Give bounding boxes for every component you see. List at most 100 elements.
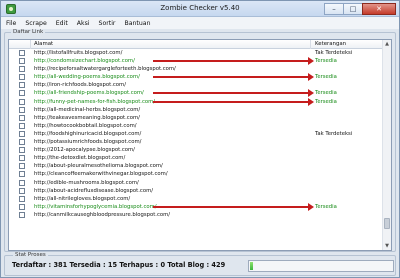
- table-row[interactable]: http://iron-richfoods.blogspot.com/: [9, 81, 384, 89]
- progress-fill: [250, 262, 253, 270]
- table-row[interactable]: http://all-friendship-poems.blogspot.com…: [9, 89, 384, 98]
- link-list-group: Daftar Link Alamat Keterangan http://lis…: [4, 29, 396, 252]
- table-row[interactable]: http://condomsizechart.blogspot.com/Ters…: [9, 57, 384, 66]
- stat-proses-group: Stat Proses Terdaftar : 381 Tersedia : 1…: [4, 252, 396, 276]
- table-row[interactable]: http://foodshighinuricacid.blogspot.com/…: [9, 130, 384, 138]
- column-header-keterangan[interactable]: Keterangan: [312, 40, 384, 49]
- row-checkbox[interactable]: [19, 90, 25, 97]
- table-row[interactable]: http://potassiumrichfoods.blogspot.com/: [9, 138, 384, 146]
- row-status: Tersedia: [315, 203, 337, 210]
- table-row[interactable]: http://edible-mushrooms.blogspot.com/: [9, 179, 384, 187]
- row-checkbox[interactable]: [19, 66, 25, 73]
- row-url: http://all-nitrilegloves.blogspot.com/: [34, 195, 131, 202]
- row-url: http://canmilkcauseghbloodpressure.blogs…: [34, 211, 171, 218]
- row-checkbox[interactable]: [19, 211, 25, 218]
- link-list-group-label: Daftar Link: [11, 29, 46, 35]
- row-status: Tersedia: [315, 74, 337, 81]
- row-url: http://the-detoxdiet.blogspot.com/: [34, 155, 126, 162]
- row-status: Tersedia: [315, 90, 337, 97]
- menu-sortir[interactable]: Sortir: [99, 20, 116, 27]
- row-status: Tersedia: [315, 98, 337, 105]
- row-checkbox[interactable]: [19, 106, 25, 113]
- row-checkbox[interactable]: [19, 147, 25, 154]
- row-url: http://cleancoffeemakerwithvinegar.blogs…: [34, 171, 168, 178]
- menu-file[interactable]: File: [6, 20, 16, 27]
- row-url: http://about-pleuralmesothelioma.blogspo…: [34, 163, 163, 170]
- app-window: Zombie Checker v5.40 – □ ✕ File Scrape E…: [0, 0, 400, 278]
- list-header: Alamat Keterangan: [9, 40, 384, 49]
- row-checkbox[interactable]: [19, 203, 25, 210]
- row-url: http://recipeforsaltwatergargleforteeth.…: [34, 66, 176, 73]
- row-checkbox[interactable]: [19, 155, 25, 162]
- row-checkbox[interactable]: [19, 187, 25, 194]
- menu-aksi[interactable]: Aksi: [77, 20, 90, 27]
- row-url: http://iron-richfoods.blogspot.com/: [34, 82, 126, 89]
- row-checkbox[interactable]: [19, 50, 25, 56]
- row-url: http://edible-mushrooms.blogspot.com/: [34, 179, 139, 186]
- row-checkbox[interactable]: [19, 74, 25, 81]
- column-header-alamat[interactable]: Alamat: [31, 40, 311, 49]
- annotation-arrow: [153, 89, 314, 98]
- annotation-arrow: [153, 73, 314, 82]
- menu-bar: File Scrape Edit Aksi Sortir Bantuan: [1, 17, 399, 29]
- row-url: http://foodshighinuricacid.blogspot.com/: [34, 130, 142, 137]
- row-checkbox[interactable]: [19, 82, 25, 89]
- menu-edit[interactable]: Edit: [56, 20, 68, 27]
- table-row[interactable]: http://all-nitrilegloves.blogspot.com/: [9, 195, 384, 203]
- window-controls: – □ ✕: [324, 3, 396, 15]
- table-row[interactable]: http://about-pleuralmesothelioma.blogspo…: [9, 162, 384, 170]
- table-row[interactable]: http://canmilkcauseghbloodpressure.blogs…: [9, 211, 384, 219]
- annotation-arrow: [153, 202, 314, 211]
- table-row[interactable]: http://about-acidrefluxdisease.blogspot.…: [9, 187, 384, 195]
- row-status: Tersedia: [315, 58, 337, 65]
- table-row[interactable]: http://howtocookbobtail.blogspot.com/: [9, 122, 384, 130]
- table-row[interactable]: http://all-wedding-poems.blogspot.com/Te…: [9, 73, 384, 82]
- row-status: Tak Terdeteksi: [315, 50, 353, 56]
- row-url: http://about-acidrefluxdisease.blogspot.…: [34, 187, 154, 194]
- menu-scrape[interactable]: Scrape: [25, 20, 46, 27]
- row-url: http://potassiumrichfoods.blogspot.com/: [34, 139, 142, 146]
- table-row[interactable]: http://2012-apocalypse.blogspot.com/: [9, 146, 384, 154]
- table-row[interactable]: http://funny-pet-names-for-fish.blogspot…: [9, 97, 384, 106]
- table-row[interactable]: http://recipeforsaltwatergargleforteeth.…: [9, 65, 384, 73]
- annotation-arrow: [153, 57, 314, 66]
- table-row[interactable]: http://teakeavesmeaning.blogspot.com/: [9, 114, 384, 122]
- row-checkbox[interactable]: [19, 130, 25, 137]
- row-checkbox[interactable]: [19, 114, 25, 121]
- maximize-button[interactable]: □: [343, 3, 363, 15]
- row-url: http://teakeavesmeaning.blogspot.com/: [34, 114, 140, 121]
- row-status: Tak Terdeteksi: [315, 130, 353, 137]
- table-row[interactable]: http://all-medicinal-herbs.blogspot.com/: [9, 106, 384, 114]
- table-row[interactable]: http://cleancoffeemakerwithvinegar.blogs…: [9, 170, 384, 178]
- progress-bar: [248, 260, 394, 272]
- scroll-down-icon[interactable]: ▼: [383, 242, 391, 250]
- link-listview[interactable]: Alamat Keterangan http://listofallfruits…: [8, 39, 392, 251]
- row-checkbox[interactable]: [19, 195, 25, 202]
- annotation-arrow: [153, 97, 314, 106]
- table-row[interactable]: http://the-detoxdiet.blogspot.com/: [9, 154, 384, 162]
- row-checkbox[interactable]: [19, 179, 25, 186]
- minimize-button[interactable]: –: [324, 3, 344, 15]
- row-checkbox[interactable]: [19, 171, 25, 178]
- row-checkbox[interactable]: [19, 98, 25, 105]
- row-url: http://howtocookbobtail.blogspot.com/: [34, 122, 137, 129]
- row-url: http://2012-apocalypse.blogspot.com/: [34, 147, 135, 154]
- link-rows: http://listofallfruits.blogspot.com/Tak …: [9, 49, 384, 219]
- table-row[interactable]: http://listofallfruits.blogspot.com/Tak …: [9, 49, 384, 57]
- scroll-up-icon[interactable]: ▲: [383, 40, 391, 48]
- stat-summary: Terdaftar : 381 Tersedia : 15 Terhapus :…: [12, 261, 226, 269]
- scroll-thumb[interactable]: [384, 218, 390, 229]
- title-bar[interactable]: Zombie Checker v5.40 – □ ✕: [1, 1, 399, 17]
- row-checkbox[interactable]: [19, 139, 25, 146]
- checkbox-column-header[interactable]: [9, 40, 31, 49]
- table-row[interactable]: http://vitaminsforhypoglycemia.blogspot.…: [9, 202, 384, 211]
- row-url: http://all-medicinal-herbs.blogspot.com/: [34, 106, 141, 113]
- row-checkbox[interactable]: [19, 122, 25, 129]
- stat-proses-label: Stat Proses: [13, 252, 48, 258]
- vertical-scrollbar[interactable]: ▲ ▼: [382, 40, 391, 250]
- close-button[interactable]: ✕: [362, 3, 396, 15]
- menu-bantuan[interactable]: Bantuan: [124, 20, 150, 27]
- row-checkbox[interactable]: [19, 163, 25, 170]
- row-url: http://listofallfruits.blogspot.com/: [34, 50, 123, 56]
- row-checkbox[interactable]: [19, 58, 25, 65]
